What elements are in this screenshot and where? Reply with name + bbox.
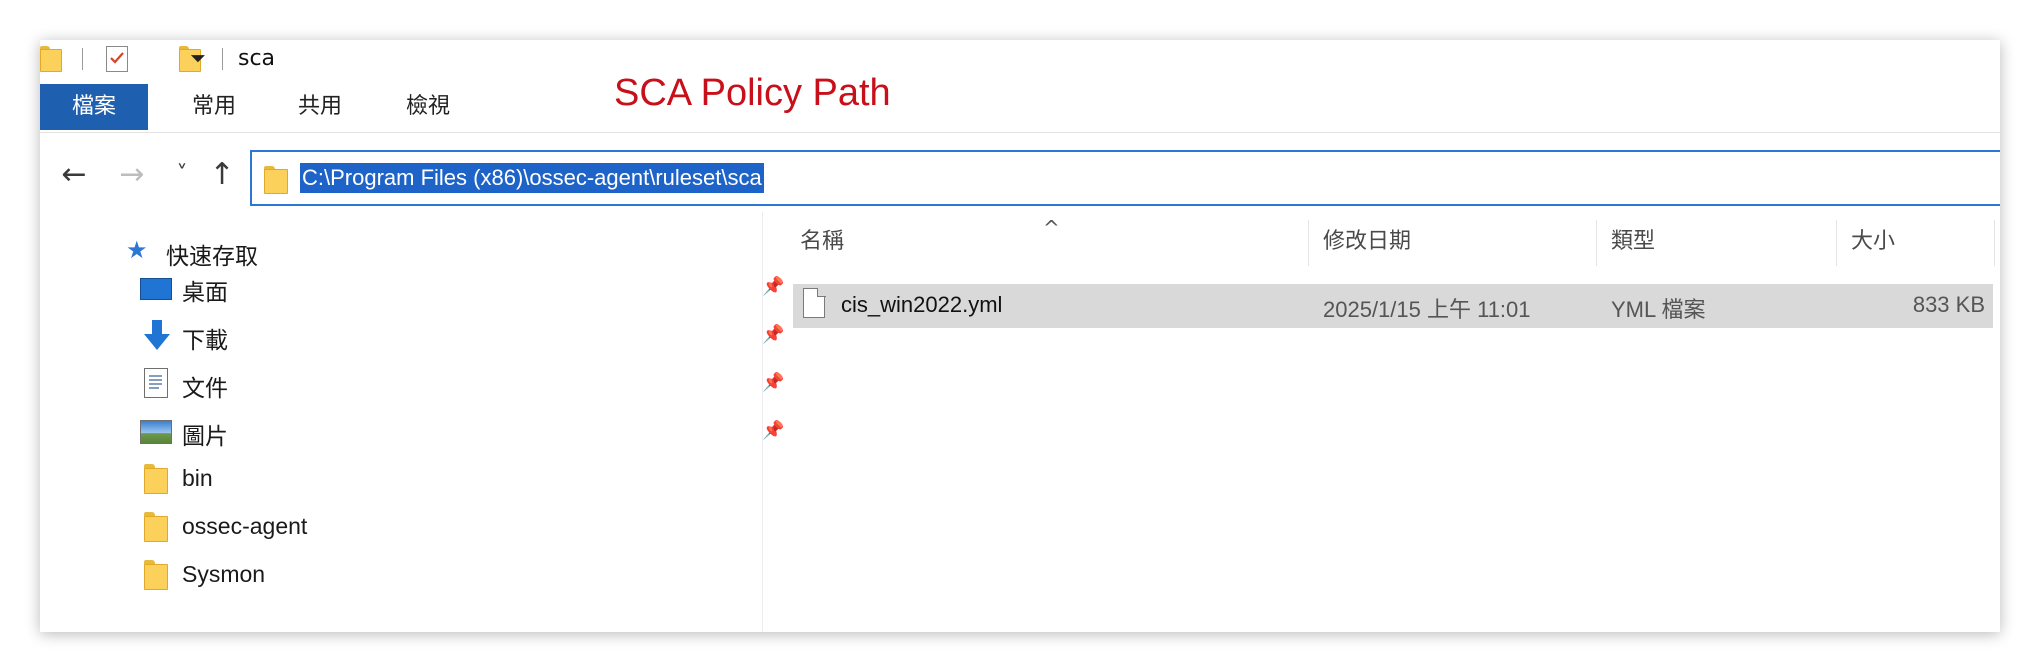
file-type: YML 檔案 <box>1611 297 1706 322</box>
table-row[interactable]: cis_win2022.yml 2025/1/15 上午 11:01 YML 檔… <box>793 284 1993 328</box>
desktop-icon <box>140 278 172 300</box>
file-list: ^ 名稱 修改日期 類型 大小 cis_win2022.yml 2025/1/1… <box>763 212 2000 632</box>
file-explorer-window: ⏷ sca 檔案 常用 共用 檢視 SCA Policy Path ← → ˅ … <box>40 40 2000 632</box>
chevron-down-icon: ˅ <box>176 161 188 187</box>
folder-icon <box>144 560 168 590</box>
ribbon: 檔案 常用 共用 檢視 <box>40 84 2000 133</box>
column-divider[interactable] <box>1308 220 1309 266</box>
sidebar-item-documents[interactable]: 文件 📌 <box>92 366 784 402</box>
properties-check-icon[interactable] <box>106 46 128 72</box>
sidebar-item-label: 快速存取 <box>166 243 258 269</box>
folder-icon <box>144 512 168 542</box>
tab-view[interactable]: 檢視 <box>384 84 472 130</box>
sidebar-item-label: bin <box>182 465 213 491</box>
folder-icon <box>144 464 168 494</box>
toolbar-separator <box>82 48 83 70</box>
sidebar-item-downloads[interactable]: 下載 📌 <box>92 318 784 354</box>
sidebar-item-ossec-agent[interactable]: ossec-agent <box>92 510 762 546</box>
star-pin-icon: ★ <box>126 236 148 264</box>
sidebar-item-pictures[interactable]: 圖片 📌 <box>92 414 784 450</box>
sort-ascending-icon: ^ <box>1043 216 1060 240</box>
download-icon <box>142 320 172 350</box>
column-divider[interactable] <box>1596 220 1597 266</box>
sidebar-item-label: ossec-agent <box>182 513 308 539</box>
sidebar-item-quick-access[interactable]: ★ 快速存取 <box>90 234 760 270</box>
up-button[interactable]: ↑ <box>202 154 242 194</box>
file-icon <box>803 287 826 318</box>
sidebar-item-label: 文件 <box>182 375 228 401</box>
back-arrow-icon: ← <box>61 156 87 192</box>
column-header-type[interactable]: 類型 <box>1611 212 1655 272</box>
pictures-icon <box>140 420 172 444</box>
sidebar-item-bin[interactable]: bin <box>92 462 762 498</box>
toolbar-separator <box>222 48 223 70</box>
file-name: cis_win2022.yml <box>841 292 1003 317</box>
folder-icon <box>264 166 288 194</box>
column-divider[interactable] <box>1836 220 1837 266</box>
tab-home[interactable]: 常用 <box>170 84 258 130</box>
sidebar-item-desktop[interactable]: 桌面 📌 <box>92 270 784 306</box>
folder-icon <box>40 46 62 72</box>
annotation-label: SCA Policy Path <box>614 72 891 114</box>
tab-file[interactable]: 檔案 <box>40 84 148 130</box>
documents-icon <box>144 368 168 398</box>
sidebar-item-label: 下載 <box>182 327 228 353</box>
navigation-bar: ← → ˅ ↑ C:\Program Files (x86)\ossec-age… <box>40 140 2000 212</box>
sidebar-item-sysmon[interactable]: Sysmon <box>92 558 762 594</box>
tab-share[interactable]: 共用 <box>276 84 364 130</box>
sidebar-item-label: Sysmon <box>182 561 266 587</box>
window-title: sca <box>238 46 276 71</box>
back-button[interactable]: ← <box>54 154 94 194</box>
forward-button[interactable]: → <box>112 154 152 194</box>
file-size: 833 KB <box>1912 292 1985 317</box>
address-bar[interactable]: C:\Program Files (x86)\ossec-agent\rules… <box>250 150 2000 206</box>
up-arrow-icon: ↑ <box>209 156 235 192</box>
sidebar-item-label: 桌面 <box>182 279 228 305</box>
column-header-name[interactable]: 名稱 <box>800 212 844 272</box>
forward-arrow-icon: → <box>119 156 145 192</box>
navigation-pane: ★ 快速存取 桌面 📌 下載 📌 文件 📌 圖片 📌 bin ossec-age… <box>40 212 784 632</box>
title-bar: ⏷ sca <box>40 40 2000 80</box>
recent-locations-button[interactable]: ˅ <box>162 154 202 194</box>
customize-toolbar-dropdown-icon[interactable]: ⏷ <box>190 46 206 70</box>
file-modified: 2025/1/15 上午 11:01 <box>1323 297 1531 322</box>
column-header-modified[interactable]: 修改日期 <box>1323 212 1411 272</box>
column-divider[interactable] <box>1994 220 1995 266</box>
sidebar-item-label: 圖片 <box>182 423 228 449</box>
address-path-text[interactable]: C:\Program Files (x86)\ossec-agent\rules… <box>300 163 764 193</box>
column-header-size[interactable]: 大小 <box>1851 212 1895 272</box>
